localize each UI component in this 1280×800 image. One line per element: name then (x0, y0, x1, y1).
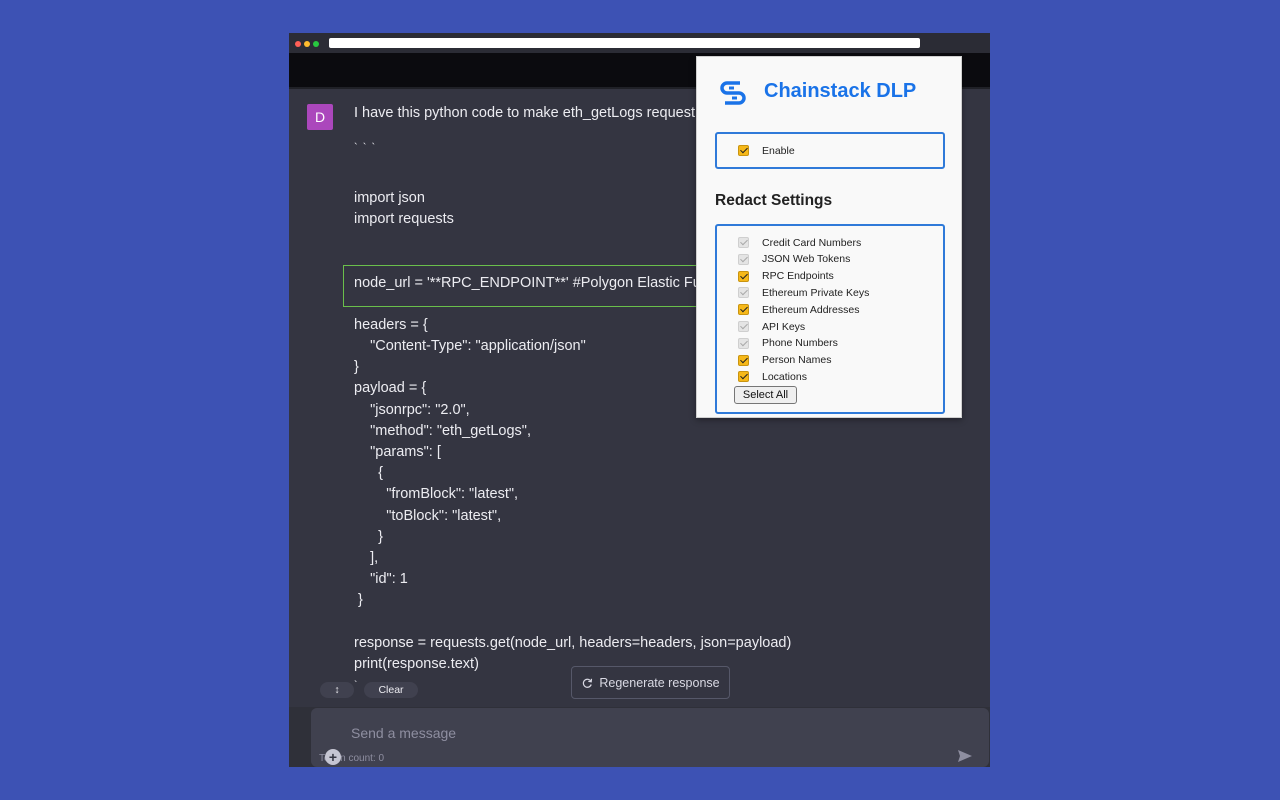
message-line: { (354, 465, 384, 481)
enable-label: Enable (762, 145, 795, 157)
address-bar[interactable] (329, 38, 920, 48)
scroll-toggle-button[interactable]: ↕ (320, 682, 354, 698)
message-line: ` ` ` (354, 142, 377, 154)
message-line: "id": 1 (354, 571, 408, 587)
message-line: "params": [ (354, 444, 441, 460)
message-line: node_url = '**RPC_ENDPOINT**' #Polygon E… (354, 275, 722, 291)
plus-icon[interactable]: + (325, 749, 341, 765)
redact-checkbox[interactable] (738, 237, 749, 248)
message-line: "fromBlock": "latest", (354, 486, 519, 502)
message-line: } (354, 359, 359, 375)
redact-item-label: Person Names (762, 354, 832, 367)
regenerate-response-label: Regenerate response (599, 675, 720, 690)
redact-item-label: API Keys (762, 320, 806, 333)
message-line: ], (354, 550, 379, 566)
redact-item-label: Locations (762, 370, 807, 383)
message-line: import json (354, 190, 425, 206)
chainstack-dlp-popup: Chainstack DLP Enable Redact Settings Cr… (696, 56, 962, 418)
title-bar (289, 33, 990, 53)
message-composer (311, 708, 989, 767)
chainstack-logo-icon (720, 81, 746, 105)
message-line: response = requests.get(node_url, header… (354, 635, 792, 651)
refresh-icon (583, 678, 593, 688)
popup-title: Chainstack DLP (764, 80, 917, 102)
redact-checkbox[interactable] (738, 354, 749, 366)
message-line: import requests (354, 211, 454, 227)
redact-checkbox[interactable] (738, 321, 749, 332)
message-line: payload = { (354, 380, 427, 396)
redact-checkbox[interactable] (738, 304, 749, 316)
redact-item-label: Ethereum Private Keys (762, 286, 870, 299)
redact-item-label: JSON Web Tokens (762, 253, 851, 266)
redact-checkbox[interactable] (738, 253, 749, 265)
redact-item-label: Ethereum Addresses (762, 303, 860, 316)
select-all-button[interactable]: Select All (734, 386, 797, 404)
redact-item-label: RPC Endpoints (762, 270, 834, 283)
message-line: "method": "eth_getLogs", (354, 423, 531, 439)
send-icon[interactable] (957, 748, 973, 764)
expand-vertical-icon: ↕ (334, 684, 340, 696)
redact-checkbox[interactable] (738, 270, 749, 282)
message-line: print(response.text) (354, 656, 479, 672)
message-line: } (354, 592, 363, 608)
message-line: "Content-Type": "application/json" (354, 338, 586, 354)
redact-item-label: Credit Card Numbers (762, 236, 862, 249)
redact-settings-title: Redact Settings (715, 192, 833, 209)
clear-button[interactable]: Clear (364, 682, 418, 698)
message-input[interactable] (351, 722, 911, 744)
redact-settings-section: Credit Card Numbers JSON Web Tokens RPC En… (715, 224, 945, 414)
redact-checkbox[interactable] (738, 287, 749, 299)
user-avatar: D (307, 104, 333, 130)
enable-checkbox[interactable] (738, 145, 749, 156)
maximize-window-dot[interactable] (313, 41, 319, 47)
message-line: ` (354, 680, 358, 691)
minimize-window-dot[interactable] (304, 41, 310, 47)
redact-item-label: Phone Numbers (762, 337, 838, 350)
message-line: "toBlock": "latest", (354, 508, 502, 524)
close-window-dot[interactable] (295, 41, 301, 47)
redact-checkbox[interactable] (738, 371, 749, 383)
message-line: } (354, 529, 384, 545)
message-line: "jsonrpc": "2.0", (354, 402, 470, 418)
enable-section: Enable (715, 132, 945, 169)
regenerate-response-button[interactable]: Regenerate response (571, 666, 730, 699)
message-line: I have this python code to make eth_getL… (354, 105, 708, 121)
redact-checkbox[interactable] (738, 337, 749, 349)
message-line: headers = { (354, 317, 428, 333)
